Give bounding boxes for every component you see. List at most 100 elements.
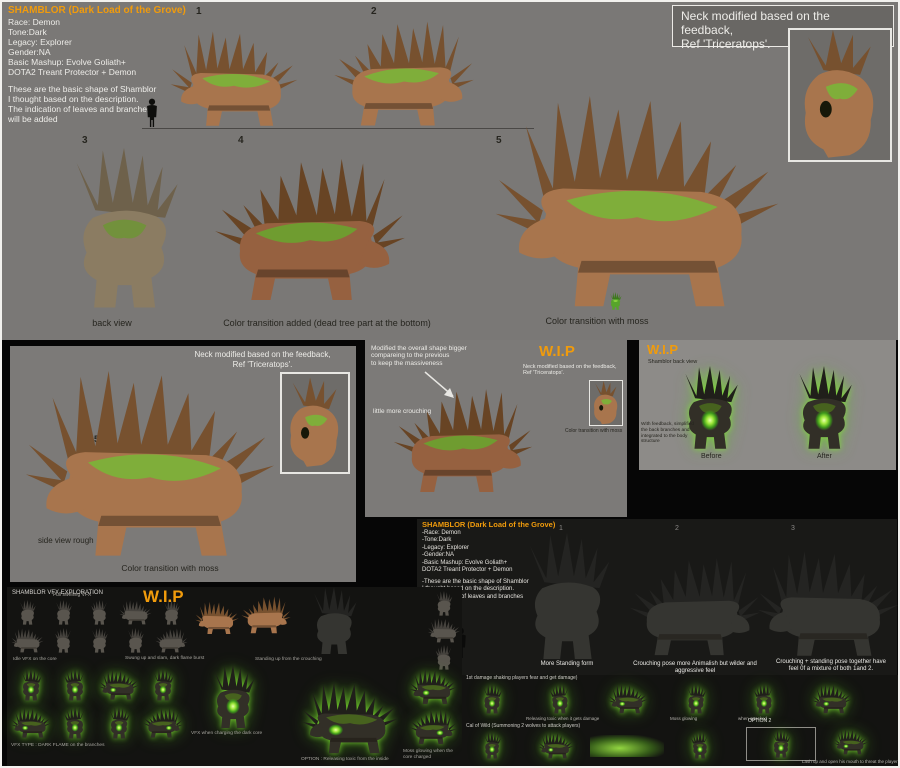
vfx-glow-thumb [99,669,139,701]
wip-label: W.I.P [539,343,575,360]
triceratops-head-sketch [590,381,622,425]
neck-ref-frame-mini [589,380,623,426]
action-thumb [470,732,514,759]
character-title: SHAMBLOR (Dark Load of the Grove) [8,5,186,16]
vfx-sketch [119,628,152,653]
label-before: Before [701,453,722,460]
info-line: Basic Mashup: Evolve Goliath+ [8,56,126,67]
concept-sheet: SHAMBLOR (Dark Load of the Grove) Race: … [0,0,900,768]
vfx-note-5: VFX when charging the dark core [191,731,263,736]
vfx-glow-thumb [11,707,51,739]
caption-color-transition: Color transition added (dead tree part a… [223,318,431,328]
vfx-note-2: Swung up and slam, dark flame burst [125,656,205,661]
creature-concept-2 [320,20,488,128]
action-thumb [759,730,803,758]
action-thumb [742,684,786,714]
back-view-panel: W.I.P Shamblor back view With feedback, … [639,340,896,470]
rider-sketch [241,595,291,635]
pose-caption-3: Crouching + standing pose together have … [776,659,886,672]
caption-moss: Color transition with moss [545,316,649,326]
ground-line [142,128,534,129]
desc-line: These are the basic shape of Shamblor [8,83,157,94]
action-thumb [538,684,582,714]
feedback-note: Neck modified based on the feedback, Ref… [523,364,617,377]
wip-label: W.I.P [647,342,679,357]
vfx-sketch [155,600,188,625]
vfx-sketch [83,600,116,625]
triceratops-head-sketch [790,30,890,160]
creature-crouching [393,376,533,506]
spiky-silhouette [297,587,371,655]
pose-number-3: 3 [791,525,795,532]
action-caption-1: 1st damage shaking players fear and get … [466,675,578,681]
frame-caption: Color transition with moss [565,428,623,434]
info-line: Legacy: Explorer [8,36,72,47]
vfx-sketch [47,600,80,625]
shape-update-panel: Modified the overall shape bigger compar… [365,340,627,517]
vfx-glow-thumb [405,669,461,705]
creature-color-transition [214,148,406,312]
caption-side-view: side view rough [38,536,94,545]
vfx-sketch [47,628,80,653]
desc-line: I thought based on the description. [8,93,139,104]
caption-back-view: back view [92,318,132,328]
desc-line: The indication of leaves and branches [8,103,152,114]
vfx-glow-thumb [143,707,183,739]
action-thumb [606,684,650,714]
vfx-glow-thumb [405,709,461,745]
vfx-glow-thumb [55,707,95,739]
creature-concept-1 [164,30,304,128]
creature-back-view [54,148,194,310]
action-caption-3: Moss glowing [670,716,698,721]
vfx-sketch [11,600,44,625]
small-green-critter [608,292,623,310]
caption-moss: Color transition with moss [121,563,219,573]
back-view-note: With feedback, simplified the back branc… [641,422,695,445]
triceratops-head-sketch [282,374,348,472]
action-thumb [826,729,876,755]
pose-number-1: 1 [559,525,563,532]
character-title: SHAMBLOR (Dark Load of the Grove) [422,520,556,529]
vfx-note-3: Idle VFX on the core [13,657,57,662]
concept-number-3: 3 [82,135,88,146]
vfx-sketch [155,628,188,653]
vfx-note-6: OPTION : Releasing toxic from the inside [301,757,389,762]
character-info-block: SHAMBLOR (Dark Load of the Grove) Race: … [8,5,186,124]
concept-number-4: 4 [238,135,244,146]
vfx-sketch [11,628,44,653]
shape-note: Modified the overall shape bigger compar… [371,345,467,367]
creature-moss-large [494,86,780,318]
vfx-note-1: Full swelling VFX [53,592,92,598]
pose-number-2: 2 [675,525,679,532]
vfx-note-8: Moss glowing when the core charged [403,749,453,760]
action-thumb [810,684,854,714]
desc-line: will be added [8,113,58,124]
pose-mixed [757,545,899,663]
top-panel: SHAMBLOR (Dark Load of the Grove) Race: … [2,2,898,340]
vfx-sketch [427,591,461,616]
back-view-subtitle: Shamblor back view [648,359,698,365]
scale-figure [145,98,159,128]
actions-panel: 1st damage shaking players fear and get … [462,675,898,766]
pose-caption-1: More Standing form [540,661,594,667]
action-thumb [674,684,718,714]
neck-ref-frame [788,28,892,162]
label-after: After [817,453,832,460]
option2-box [746,727,816,761]
neck-ref-frame-small [280,372,350,474]
toxic-gas-sketch [590,735,664,757]
action-thumb [678,732,722,759]
option2-label: OPTION 2 [748,718,772,724]
action-caption-5: Cal of Wild (Summoning 2 wolves to attac… [466,723,581,729]
vfx-glow-thumb [99,707,139,739]
pose-caption-2: Crouching pose more Animalish but wilder… [633,661,757,674]
action-thumb [534,732,578,759]
rider-sketch [195,601,239,635]
info-line: Race: Demon [8,16,60,27]
side-view-panel: Neck modified based on the feedback, Ref… [10,346,356,582]
action-caption-6: Lash up and open his mouth to threat the… [802,759,898,764]
pose-crouching [629,551,761,663]
poses-panel: SHAMBLOR (Dark Load of the Grove) -Race:… [417,519,897,675]
vfx-sketch [427,618,461,643]
vfx-glow-thumb [143,669,183,701]
